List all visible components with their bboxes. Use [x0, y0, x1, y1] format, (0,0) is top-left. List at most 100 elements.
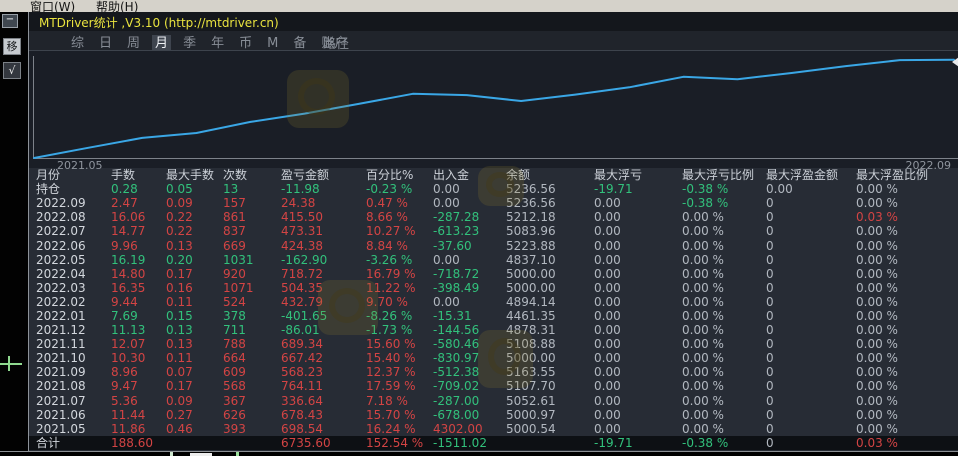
- cell: 0.27: [166, 408, 223, 422]
- cell: 378: [223, 309, 281, 323]
- cell: 0.00 %: [682, 224, 766, 238]
- cell: 12.37 %: [366, 365, 433, 379]
- cell: 0.09: [166, 394, 223, 408]
- move-tool-icon[interactable]: 移: [3, 38, 21, 55]
- cell: 0.00 %: [856, 267, 958, 281]
- cell: 0.13: [166, 337, 223, 351]
- cell: 0.00: [594, 337, 682, 351]
- table-row: 2022.017.690.15378-401.65-8.26 %-15.3144…: [29, 309, 958, 323]
- cell: 0: [766, 210, 856, 224]
- cell: 0: [766, 337, 856, 351]
- cell: 5.36: [111, 394, 166, 408]
- cell: 2022.05: [29, 253, 111, 267]
- column-header: 手数: [111, 168, 166, 182]
- cell: 0: [766, 224, 856, 238]
- cell: -0.38 %: [682, 436, 766, 450]
- cell: 2022.01: [29, 309, 111, 323]
- cell: 2022.06: [29, 239, 111, 253]
- cell: 0.00: [594, 408, 682, 422]
- cell: 24.38: [281, 196, 366, 210]
- cell: 17.59 %: [366, 379, 433, 393]
- left-sidebar: − 移 √: [0, 12, 28, 456]
- cell: 718.72: [281, 267, 366, 281]
- cell: 0: [766, 379, 856, 393]
- cell: 0.16: [166, 281, 223, 295]
- cell: 0.00 %: [682, 267, 766, 281]
- cell: 0.00 %: [856, 253, 958, 267]
- cell: 0.00 %: [856, 408, 958, 422]
- cell: 0.17: [166, 379, 223, 393]
- cell: 0: [766, 422, 856, 436]
- cell: 5212.18: [506, 210, 594, 224]
- os-menu-window[interactable]: 窗口(W): [30, 0, 75, 12]
- cell: 0: [766, 281, 856, 295]
- cell: 0.00 %: [856, 394, 958, 408]
- cell: 2021.05: [29, 422, 111, 436]
- menu-bar: 综日周月季年币M备账户 路径: [29, 31, 958, 50]
- cell: 10.30: [111, 351, 166, 365]
- cell: 0.00 %: [856, 239, 958, 253]
- cell: 0.15: [166, 309, 223, 323]
- cell: 0.09: [166, 196, 223, 210]
- cell: 788: [223, 337, 281, 351]
- menu-tabs: 综日周月季年币M备账户: [71, 32, 362, 52]
- table-row: 2021.0511.860.46393698.5416.24 %4302.005…: [29, 422, 958, 436]
- check-tool-icon[interactable]: √: [3, 62, 21, 79]
- minimize-button[interactable]: −: [2, 14, 18, 28]
- cell: 5083.96: [506, 224, 594, 238]
- os-menu-help[interactable]: 帮助(H): [96, 0, 138, 12]
- cell: -287.28: [433, 210, 506, 224]
- cell: 0.00 %: [682, 408, 766, 422]
- cell: 0: [766, 267, 856, 281]
- cell: -0.38 %: [682, 182, 766, 196]
- cell: 0: [766, 196, 856, 210]
- table-row: 2022.0714.770.22837473.3110.27 %-613.235…: [29, 224, 958, 238]
- cell: -3.26 %: [366, 253, 433, 267]
- table-row: 2022.0516.190.201031-162.90-3.26 %0.0048…: [29, 253, 958, 267]
- cell: 16.35: [111, 281, 166, 295]
- stats-table: 月份手数最大手数次数盈亏金额百分比%出入金余额最大浮亏最大浮亏比例最大浮盈金额最…: [29, 168, 958, 450]
- cell: 0.46: [166, 422, 223, 436]
- cell: 0.00: [594, 281, 682, 295]
- column-header: 百分比%: [366, 168, 433, 182]
- cell: 16.24 %: [366, 422, 433, 436]
- cell: 2021.07: [29, 394, 111, 408]
- table-row: 2021.075.360.09367336.647.18 %-287.00505…: [29, 394, 958, 408]
- watermark: [478, 330, 533, 388]
- cell: 0.13: [166, 323, 223, 337]
- cell: 2021.11: [29, 337, 111, 351]
- cell: 0: [766, 295, 856, 309]
- cell: 14.77: [111, 224, 166, 238]
- watermark: [478, 166, 524, 206]
- cell: 0.00 %: [856, 323, 958, 337]
- cell: 524: [223, 295, 281, 309]
- cell: 689.34: [281, 337, 366, 351]
- os-menubar: 窗口(W) 帮助(H): [0, 0, 958, 12]
- cell: 2022.07: [29, 224, 111, 238]
- cell: 0.00 %: [682, 422, 766, 436]
- column-header: 最大浮盈比例: [856, 168, 958, 182]
- cell: 16.06: [111, 210, 166, 224]
- cell: -287.00: [433, 394, 506, 408]
- cell: 5000.00: [506, 267, 594, 281]
- cell: 5000.54: [506, 422, 594, 436]
- cell: 2022.09: [29, 196, 111, 210]
- cell: 4302.00: [433, 422, 506, 436]
- cell: 0.22: [166, 224, 223, 238]
- cell: 0: [766, 309, 856, 323]
- cell: 0.00: [594, 394, 682, 408]
- cell: 0: [766, 239, 856, 253]
- cell: 6735.60: [281, 436, 366, 450]
- window-title: MTDriver统计 ,V3.10 (http://mtdriver.cn): [39, 14, 279, 31]
- cell: 415.50: [281, 210, 366, 224]
- cell: 0: [766, 436, 856, 450]
- cell: 0.00: [594, 224, 682, 238]
- cell: 861: [223, 210, 281, 224]
- crosshair-marker: [0, 363, 22, 365]
- cell: 8.66 %: [366, 210, 433, 224]
- table-body: 持仓0.280.0513-11.98-0.23 %0.005236.56-19.…: [29, 182, 958, 450]
- cell: 15.70 %: [366, 408, 433, 422]
- column-header: 月份: [29, 168, 111, 182]
- cell: 0.00 %: [856, 337, 958, 351]
- cell: 473.31: [281, 224, 366, 238]
